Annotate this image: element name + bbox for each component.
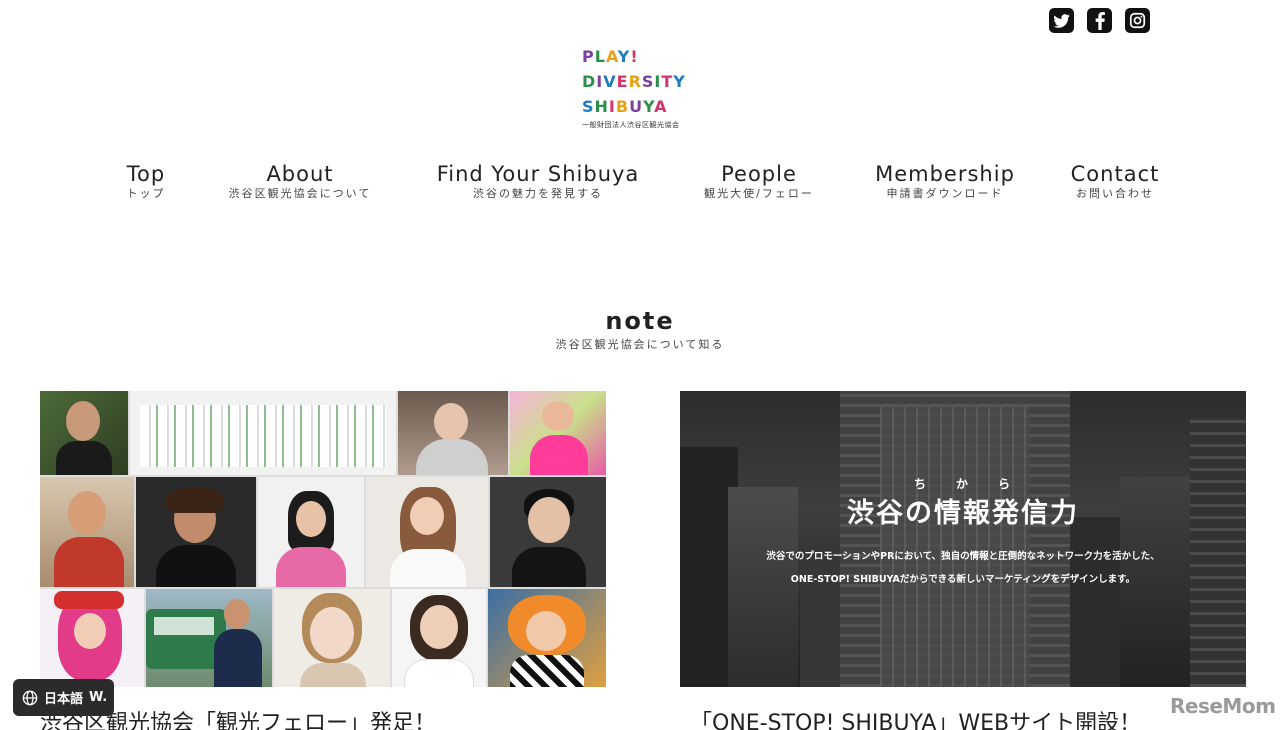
shibuya-city-image: ち か ら 渋谷の情報発信力 渋谷でのプロモーションやPRにおいて、独自の情報と… [680, 391, 1246, 687]
nav-item-label: About [266, 162, 334, 186]
article-card[interactable]: 渋谷区観光協会「観光フェロー」発足！ [40, 391, 606, 730]
photo-tile [40, 589, 144, 687]
nav-item-find-your-shibuya[interactable]: Find Your Shibuya 渋谷の魅力を発見する [437, 160, 640, 200]
logo-line-play: PLAY! [582, 47, 639, 66]
section-title: note [605, 307, 675, 335]
language-label: 日本語 [44, 692, 84, 707]
site-logo[interactable]: PLAY! DIVERSITY SHIBUYA 一般財団法人渋谷区観光協会 [582, 44, 706, 130]
nav-item-sublabel: 申請書ダウンロード [886, 187, 1004, 200]
nav-item-sublabel: 渋谷区観光協会について [228, 187, 372, 200]
image-caption-line2: ONE-STOP! SHIBUYAだからできる新しいマーケティングをデザインしま… [790, 574, 1136, 585]
photo-tile-group [130, 391, 396, 475]
nav-item-sublabel: 観光大使/フェロー [704, 187, 814, 200]
nav-item-membership[interactable]: Membership 申請書ダウンロード [875, 160, 1015, 200]
nav-item-label: Membership [875, 162, 1015, 186]
headline-ruby: ち か ら [913, 477, 1012, 491]
image-caption-line1: 渋谷でのプロモーションやPRにおいて、独自の情報と圧倒的なネットワーク力を活かし… [766, 551, 1160, 562]
logo-line-diversity: DIVERSITY [582, 72, 686, 91]
nav-item-label: People [721, 162, 797, 186]
photo-tile [392, 589, 486, 687]
photo-tile [146, 589, 272, 687]
nav-item-about[interactable]: About 渋谷区観光協会について [229, 160, 372, 200]
nav-item-label: Contact [1070, 162, 1160, 186]
image-overlay [680, 391, 1246, 687]
nav-item-sublabel: 渋谷の魅力を発見する [473, 187, 603, 200]
photo-tile [40, 477, 134, 587]
photo-tile [40, 391, 128, 475]
section-heading: note 渋谷区観光協会について知る [0, 306, 1280, 352]
photo-tile [366, 477, 488, 587]
photo-tile [488, 589, 606, 687]
photo-tile [274, 589, 390, 687]
globe-icon [22, 690, 38, 705]
logo-line-shibuya: SHIBUYA [582, 97, 668, 116]
nav-item-contact[interactable]: Contact お問い合わせ [1071, 160, 1160, 200]
photo-tile [398, 391, 508, 475]
photo-tile [136, 477, 256, 587]
instagram-icon[interactable] [1125, 8, 1150, 33]
nav-item-sublabel: お問い合わせ [1075, 187, 1154, 200]
image-headline: 渋谷の情報発信力 [847, 498, 1079, 529]
nav-item-label: Find Your Shibuya [436, 162, 640, 186]
main-nav: Top トップ About 渋谷区観光協会について Find Your Shib… [0, 160, 1280, 204]
article-thumbnail[interactable]: ち か ら 渋谷の情報発信力 渋谷でのプロモーションやPRにおいて、独自の情報と… [680, 391, 1246, 687]
nav-item-label: Top [126, 162, 166, 186]
twitter-icon[interactable] [1049, 8, 1074, 33]
photo-tile [258, 477, 364, 587]
nav-item-people[interactable]: People 観光大使/フェロー [704, 160, 814, 200]
photo-tile [490, 477, 606, 587]
nav-item-sublabel: トップ [126, 187, 166, 200]
social-links [1049, 8, 1150, 33]
resemom-watermark: ReseMom [1170, 694, 1276, 718]
article-thumbnail[interactable] [40, 391, 606, 687]
section-subtitle: 渋谷区観光協会について知る [555, 338, 725, 351]
article-title[interactable]: 「ONE-STOP! SHIBUYA」WEBサイト開設！ [690, 709, 1141, 730]
language-suffix: W. [89, 690, 108, 705]
nav-item-top[interactable]: Top トップ [127, 160, 166, 200]
language-selector[interactable]: 日本語 W. [13, 679, 114, 716]
logo-subtitle: 一般財団法人渋谷区観光協会 [582, 121, 680, 129]
fellow-photo-collage [40, 391, 606, 687]
photo-tile [510, 391, 606, 475]
article-card[interactable]: ち か ら 渋谷の情報発信力 渋谷でのプロモーションやPRにおいて、独自の情報と… [680, 391, 1246, 730]
facebook-icon[interactable] [1087, 8, 1112, 33]
